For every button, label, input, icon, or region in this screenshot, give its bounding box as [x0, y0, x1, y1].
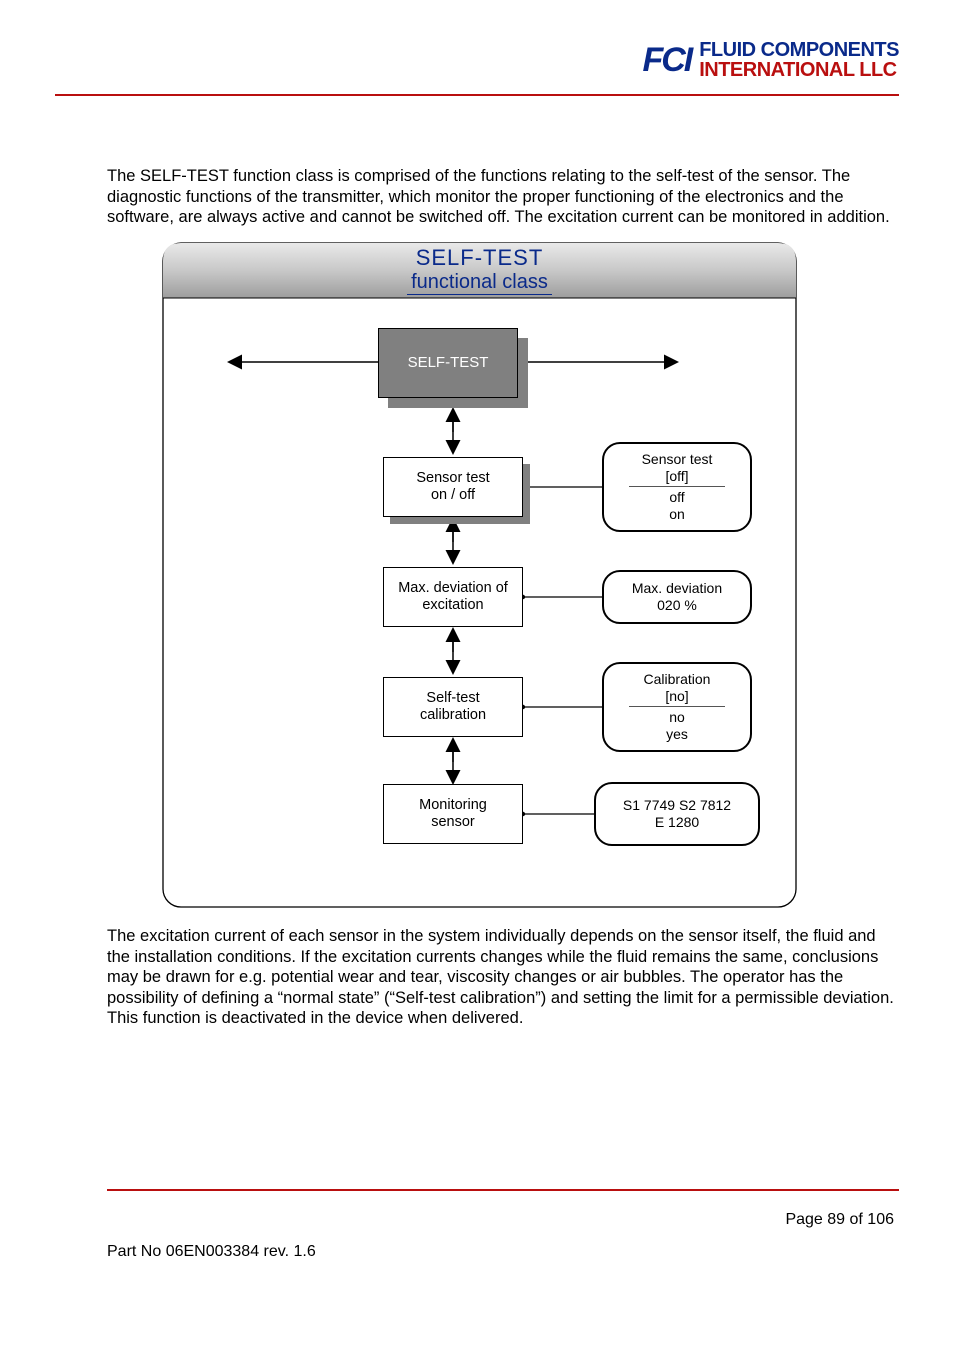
- value-title: Sensor test: [642, 451, 713, 468]
- value-current: [off]: [665, 468, 688, 485]
- main-node-label: SELF-TEST: [408, 354, 489, 371]
- logo-mark: FCI: [642, 45, 691, 76]
- value-current: [no]: [665, 688, 688, 705]
- diagram-title-bar: SELF-TEST functional class: [162, 242, 797, 298]
- logo-text: FLUID COMPONENTS INTERNATIONAL LLC: [699, 40, 899, 80]
- value-title: Max. deviation: [632, 580, 722, 597]
- footer-rule: [107, 1189, 899, 1191]
- value-divider: [629, 706, 726, 707]
- value-title: S1 7749 S2 7812: [623, 797, 731, 814]
- header: FCI FLUID COMPONENTS INTERNATIONAL LLC: [55, 30, 899, 90]
- value-sensor-test: Sensor test [off] off on: [602, 442, 752, 532]
- header-rule: [55, 94, 899, 96]
- node-label: excitation: [422, 597, 483, 614]
- part-number: Part No 06EN003384 rev. 1.6: [107, 1243, 316, 1261]
- value-option: off: [669, 489, 684, 506]
- logo-line2: INTERNATIONAL LLC: [699, 60, 899, 80]
- value-option: yes: [666, 726, 688, 743]
- value-calibration: Calibration [no] no yes: [602, 662, 752, 752]
- node-self-test-calibration: Self-test calibration: [383, 677, 523, 737]
- node-monitoring-sensor: Monitoring sensor: [383, 784, 523, 844]
- value-option: on: [669, 506, 685, 523]
- self-test-diagram: SELF-TEST functional class SELF-TEST Sen…: [162, 242, 797, 908]
- node-label: Max. deviation of: [398, 580, 508, 597]
- value-divider: [629, 486, 726, 487]
- value-current: 020 %: [657, 597, 697, 614]
- logo-line1: FLUID COMPONENTS: [699, 40, 899, 60]
- content: The SELF-TEST function class is comprise…: [107, 166, 899, 1029]
- main-node: SELF-TEST: [378, 328, 518, 398]
- value-option: no: [669, 709, 685, 726]
- node-label: calibration: [420, 707, 486, 724]
- node-max-deviation: Max. deviation of excitation: [383, 567, 523, 627]
- diagram-title: SELF-TEST: [416, 245, 544, 271]
- company-logo: FCI FLUID COMPONENTS INTERNATIONAL LLC: [642, 40, 899, 80]
- node-label: sensor: [431, 814, 475, 831]
- value-max-deviation: Max. deviation 020 %: [602, 570, 752, 624]
- node-label: Sensor test: [416, 470, 489, 487]
- page-number: Page 89 of 106: [785, 1211, 894, 1229]
- node-label: on / off: [431, 487, 475, 504]
- node-label: Self-test: [426, 690, 479, 707]
- value-monitoring: S1 7749 S2 7812 E 1280: [594, 782, 760, 846]
- node-label: Monitoring: [419, 797, 487, 814]
- page: FCI FLUID COMPONENTS INTERNATIONAL LLC T…: [0, 0, 954, 1351]
- intro-paragraph: The SELF-TEST function class is comprise…: [107, 166, 899, 228]
- value-current: E 1280: [655, 814, 699, 831]
- value-title: Calibration: [644, 671, 711, 688]
- outro-paragraph: The excitation current of each sensor in…: [107, 926, 899, 1029]
- diagram-subtitle: functional class: [407, 271, 552, 295]
- node-sensor-test: Sensor test on / off: [383, 457, 523, 517]
